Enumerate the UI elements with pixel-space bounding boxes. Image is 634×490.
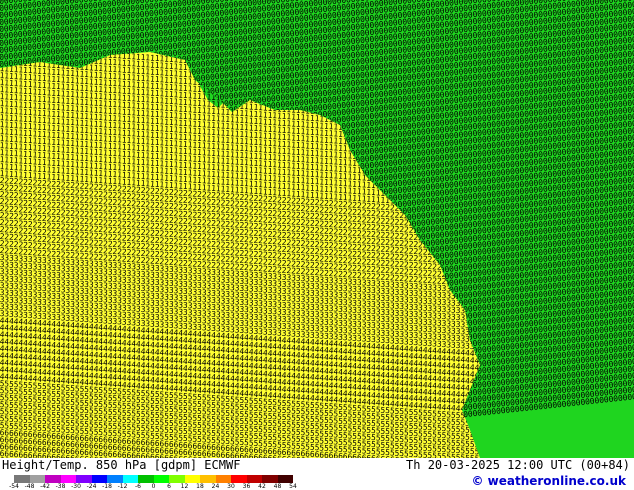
legend-swatch: [231, 475, 247, 483]
legend-swatch: [262, 475, 278, 483]
legend-tick: 6: [167, 483, 171, 490]
legend-tick: 54: [289, 483, 297, 490]
legend-swatch: [138, 475, 154, 483]
legend-swatch: [14, 475, 30, 483]
legend-swatch: [76, 475, 92, 483]
legend-swatch: [91, 475, 107, 483]
legend-swatch: [29, 475, 45, 483]
legend-swatch: [122, 475, 138, 483]
map-footer: Height/Temp. 850 hPa [gdpm] ECMWF Th 20-…: [0, 458, 634, 490]
map-canvas: 0000000000000000000000000000000000000000…: [0, 0, 634, 458]
legend-tick: 48: [273, 483, 282, 490]
legend-tick: 24: [211, 483, 220, 490]
legend-tick: -42: [40, 483, 50, 490]
color-legend: -54 -48 -42 -38 -30 -24 -18 -12 -6 0 6 12 18 24 30 36 42…: [2, 473, 302, 490]
legend-swatch: [107, 475, 123, 483]
legend-swatch: [45, 475, 61, 483]
credit-link[interactable]: © weatheronline.co.uk: [471, 474, 626, 488]
legend-tick: -54: [9, 483, 19, 490]
legend-tick: -6: [135, 483, 141, 490]
legend-tick: 42: [258, 483, 266, 490]
valid-time: Th 20-03-2025 12:00 UTC (00+84): [406, 458, 630, 472]
legend-tick: 18: [196, 483, 204, 490]
legend-tick: 12: [180, 483, 189, 490]
map-area: 0000000000000000000000000000000000000000…: [0, 0, 634, 458]
legend-tick: -18: [102, 483, 112, 490]
legend-tick: -24: [86, 483, 97, 490]
legend-tick: 36: [242, 483, 251, 490]
legend-tick: -30: [71, 483, 81, 490]
legend-swatch: [60, 475, 76, 483]
map-title: Height/Temp. 850 hPa [gdpm] ECMWF: [2, 458, 241, 472]
legend-swatch: [215, 475, 231, 483]
legend-tick: 30: [227, 483, 235, 490]
legend-swatch: [169, 475, 185, 483]
legend-swatch: [246, 475, 262, 483]
legend-swatch: [153, 475, 169, 483]
legend-swatch: [277, 475, 293, 483]
legend-swatch: [184, 475, 200, 483]
legend-swatch: [200, 475, 216, 483]
legend-tick: -48: [24, 483, 35, 490]
legend-tick: -12: [117, 483, 128, 490]
legend-tick: -38: [55, 483, 66, 490]
legend-tick: 0: [151, 483, 156, 490]
